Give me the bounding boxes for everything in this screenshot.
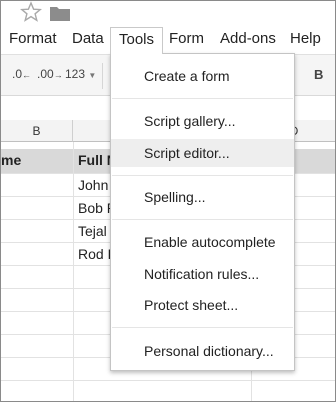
title-strip [1, 1, 335, 27]
menu-help[interactable]: Help [282, 27, 329, 54]
grid-line [1, 380, 335, 381]
menu-tools[interactable]: Tools [110, 27, 164, 54]
menu-item-spelling[interactable]: Spelling... [111, 183, 294, 211]
menu-item-enable-autocomplete[interactable]: Enable autocomplete [111, 228, 294, 256]
decrease-decimals-label: .0 [12, 67, 23, 81]
menu-item-personal-dictionary[interactable]: Personal dictionary... [111, 337, 294, 365]
menu-separator [112, 175, 293, 176]
bold-button[interactable]: B [314, 67, 323, 85]
menu-format[interactable]: Format [1, 27, 65, 54]
table-cell[interactable]: John [78, 174, 108, 197]
folder-icon[interactable] [49, 4, 71, 22]
menubar: Format Data Tools Form Add-ons Help [1, 27, 335, 54]
menu-item-notification-rules[interactable]: Notification rules... [111, 260, 294, 288]
tools-menu: Create a form Script gallery... Script e… [110, 53, 295, 371]
menu-item-protect-sheet[interactable]: Protect sheet... [111, 291, 294, 319]
more-formats-button[interactable]: 123 ▼ [65, 67, 96, 85]
star-icon[interactable] [19, 1, 43, 23]
table-cell[interactable]: Tejal [78, 220, 107, 243]
menu-item-script-gallery[interactable]: Script gallery... [111, 107, 294, 135]
menu-form[interactable]: Form [161, 27, 212, 54]
spreadsheet-window: Format Data Tools Form Add-ons Help .0← … [0, 0, 336, 402]
arrow-left-icon: ← [22, 70, 32, 80]
menu-separator [112, 98, 293, 99]
menu-item-script-editor[interactable]: Script editor... [111, 139, 294, 167]
increase-decimals-button[interactable]: .00→ [37, 67, 63, 85]
toolbar-separator [102, 63, 103, 89]
menu-separator [112, 327, 293, 328]
menu-item-create-form[interactable]: Create a form [111, 62, 294, 90]
grid-line [73, 142, 74, 401]
column-header-b[interactable]: B [1, 120, 73, 142]
decrease-decimals-button[interactable]: .0← [12, 67, 31, 85]
menu-add-ons[interactable]: Add-ons [212, 27, 284, 54]
increase-decimals-label: .00 [37, 67, 54, 81]
arrow-right-icon: → [53, 70, 63, 80]
menu-data[interactable]: Data [64, 27, 112, 54]
more-formats-label: 123 [65, 67, 86, 81]
chevron-down-icon: ▼ [88, 71, 97, 80]
header-cell-name[interactable]: me [1, 149, 21, 172]
menu-separator [112, 219, 293, 220]
